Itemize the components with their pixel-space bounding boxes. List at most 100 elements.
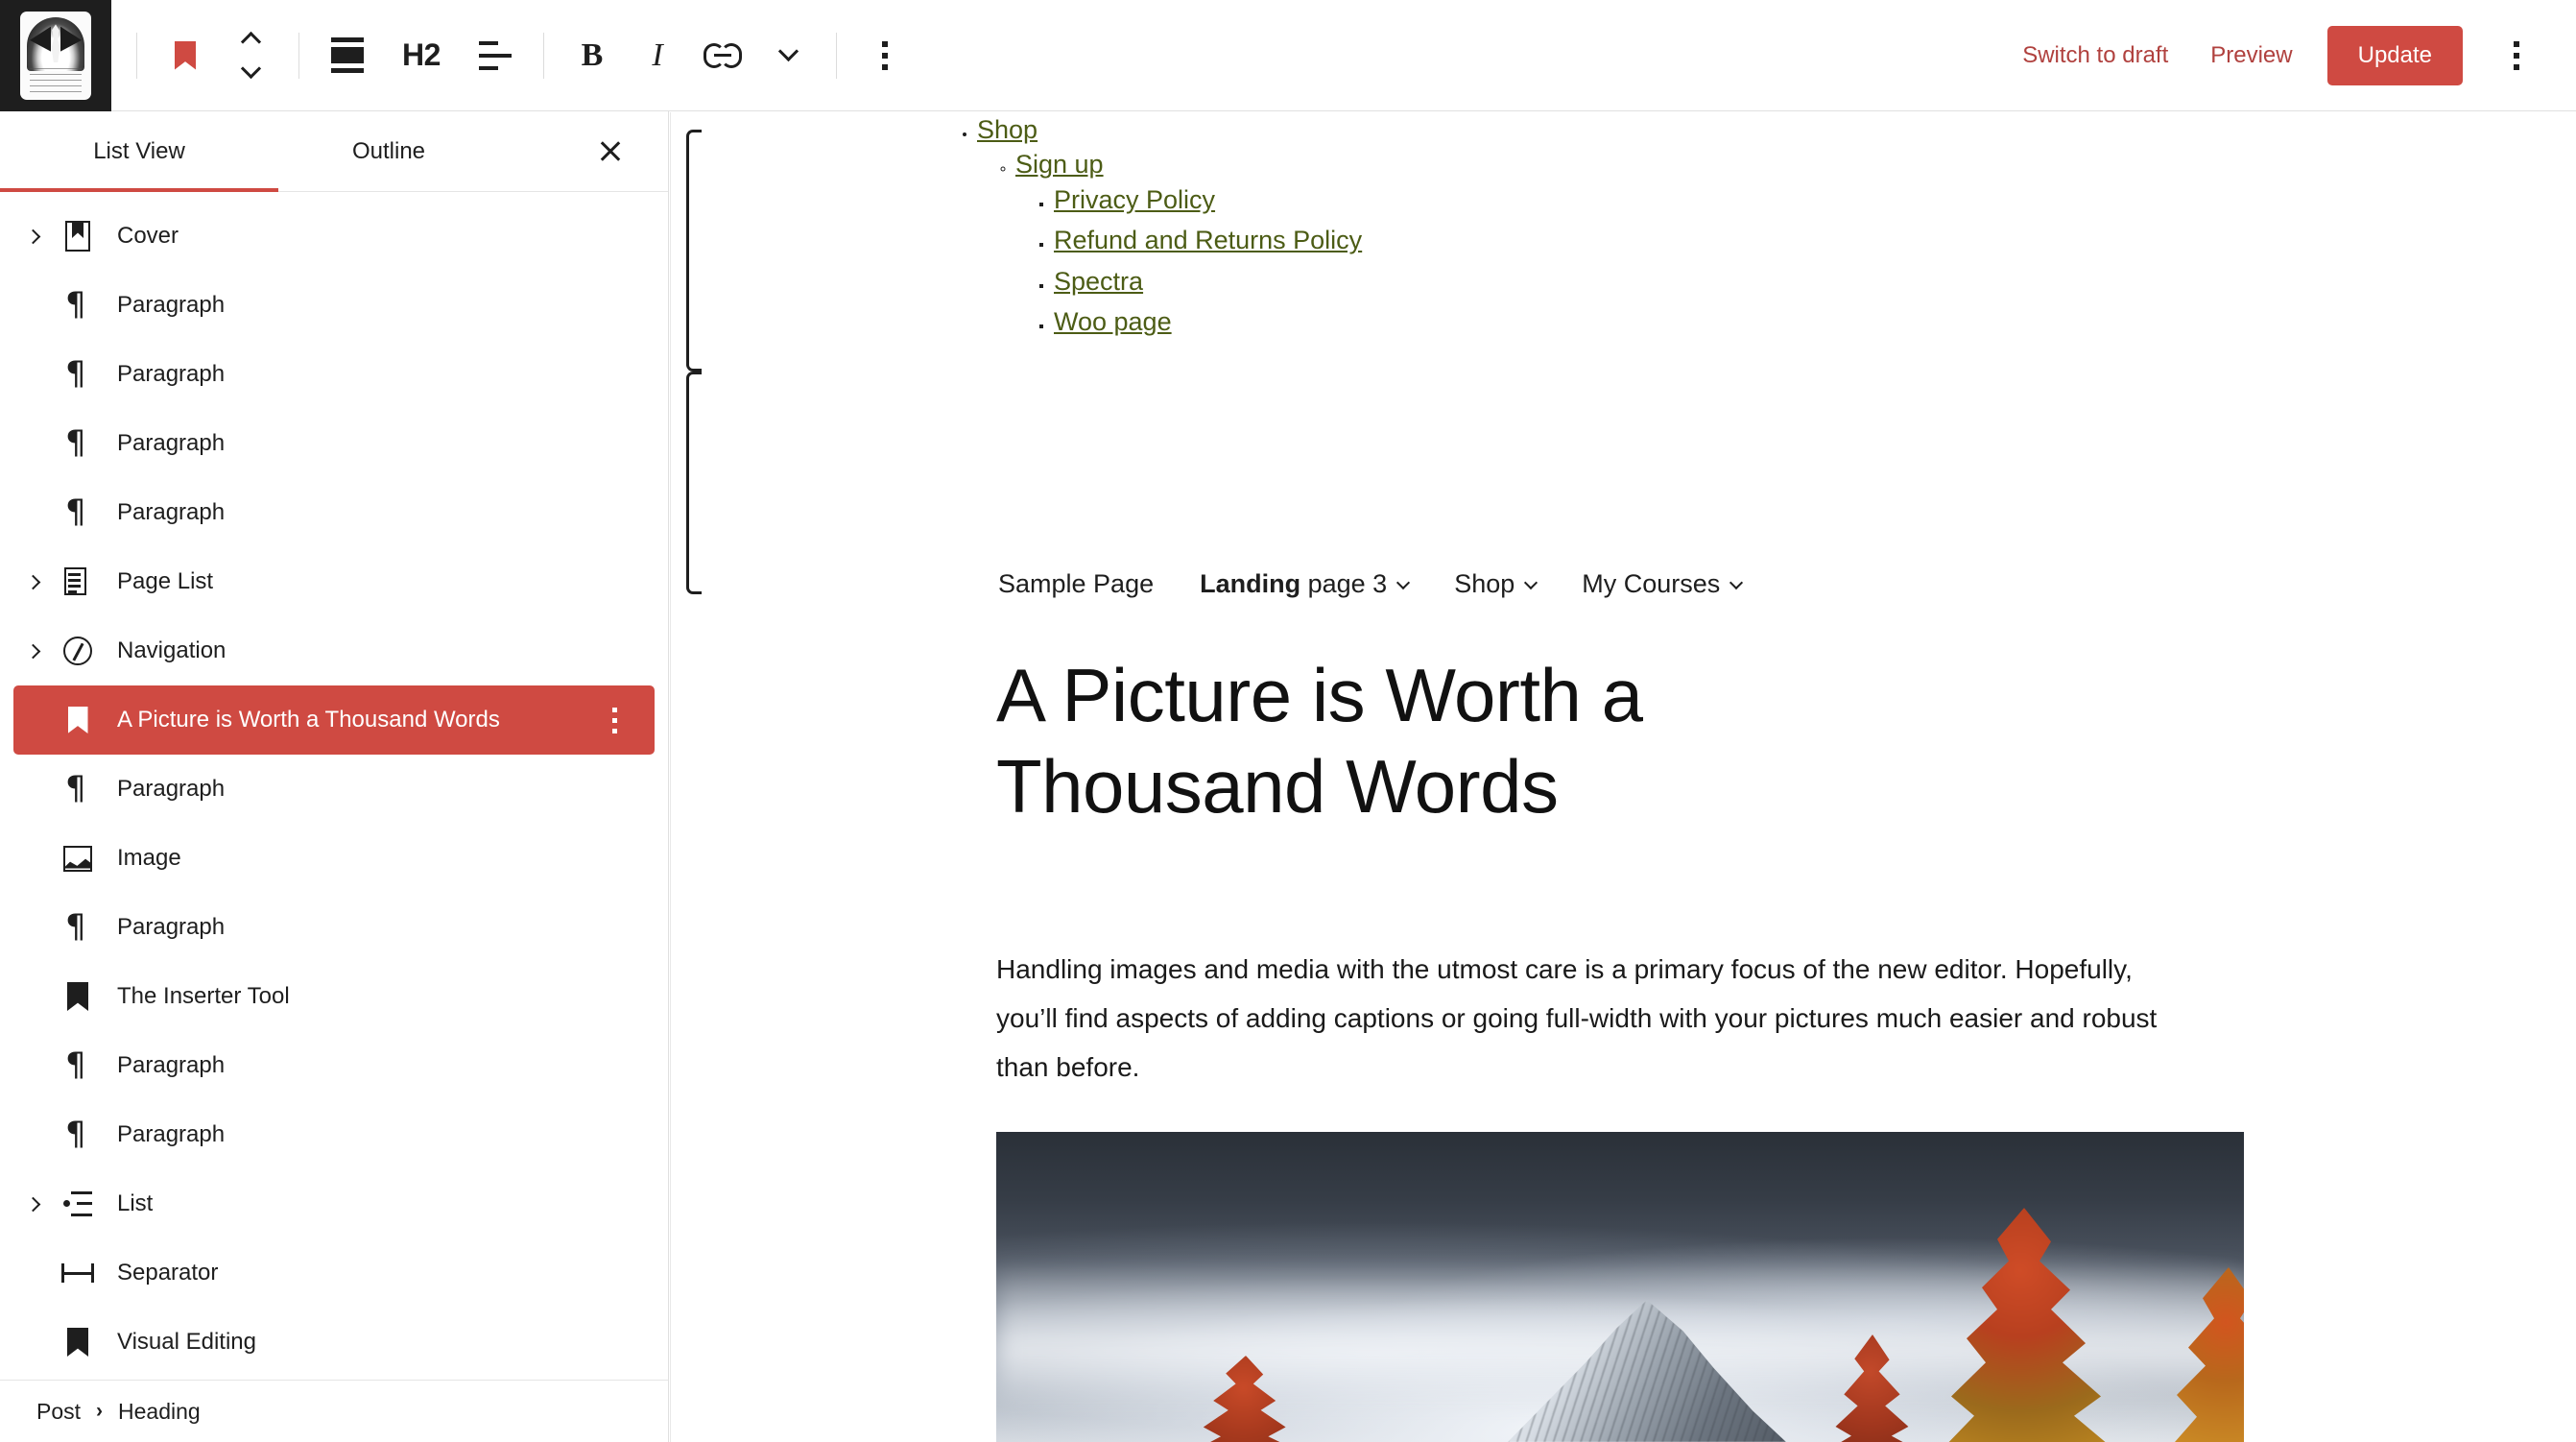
- expand-block-button[interactable]: [13, 643, 56, 659]
- breadcrumb-item-heading[interactable]: Heading: [118, 1399, 201, 1425]
- link-icon: [704, 42, 742, 68]
- list-view-item[interactable]: Navigation: [13, 616, 655, 685]
- nav-link[interactable]: Shop: [977, 115, 1038, 144]
- list-view-item[interactable]: A Picture is Worth a Thousand Words: [13, 685, 655, 755]
- list-view-item[interactable]: ¶ Paragraph: [13, 1031, 655, 1100]
- link-button[interactable]: [690, 23, 755, 88]
- list-view-item-label: List: [117, 1190, 154, 1216]
- cover-icon: [65, 221, 90, 252]
- page-menu-item[interactable]: My Courses: [1582, 569, 1744, 599]
- page-menu-item[interactable]: Landing page 3: [1200, 569, 1411, 599]
- list-view-item-label: Paragraph: [117, 1052, 226, 1078]
- text-align-button[interactable]: [463, 23, 528, 88]
- block-icon-wrap: [56, 845, 100, 872]
- block-align-button[interactable]: [315, 23, 380, 88]
- block-type-bookmark-button[interactable]: [153, 23, 218, 88]
- expand-block-button[interactable]: [13, 574, 56, 589]
- chevron-down-icon: [1729, 575, 1744, 589]
- heading-icon: [67, 1328, 88, 1357]
- list-view-item[interactable]: ¶ Paragraph: [13, 478, 655, 547]
- site-icon-button[interactable]: [0, 0, 111, 111]
- list-view-item[interactable]: ¶ Paragraph: [13, 409, 655, 478]
- nav-link[interactable]: Woo page: [1054, 307, 1172, 336]
- heading-level-button[interactable]: H2: [380, 23, 463, 88]
- chevron-up-down-icon: [240, 31, 261, 80]
- list-view-item[interactable]: List: [13, 1169, 655, 1238]
- italic-button[interactable]: I: [625, 23, 690, 88]
- bookmark-icon: [175, 40, 196, 70]
- page-menu-row: Sample Page Landing page 3 Shop My Courses: [998, 569, 1744, 599]
- separator-icon: [61, 1263, 94, 1283]
- tab-outline[interactable]: Outline: [278, 111, 499, 191]
- editor-top-bar: H2 B I Switch to draft Preview Update: [0, 0, 2576, 111]
- paragraph-icon: ¶: [65, 1045, 86, 1084]
- editor-canvas[interactable]: Shop Sign up Privacy Policy Refund and Retu…: [670, 112, 2576, 1442]
- block-boundary-bracket-lower: [686, 372, 702, 594]
- nav-link[interactable]: Sign up: [1015, 150, 1104, 179]
- chevron-right-icon: [25, 228, 40, 244]
- chevron-right-icon: [25, 1196, 40, 1212]
- block-icon-wrap: ¶: [56, 910, 100, 943]
- chevron-right-icon: [25, 574, 40, 589]
- heading-level-label: H2: [402, 37, 441, 72]
- list-view-item[interactable]: ¶ Paragraph: [13, 340, 655, 409]
- list-item: Privacy Policy: [1054, 182, 1362, 217]
- post-paragraph[interactable]: Handling images and media with the utmos…: [996, 946, 2196, 1093]
- expand-block-button[interactable]: [13, 228, 56, 244]
- list-item: Spectra: [1054, 264, 1362, 299]
- nav-link[interactable]: Spectra: [1054, 267, 1143, 296]
- breadcrumb-item-post[interactable]: Post: [36, 1399, 81, 1425]
- list-view-item[interactable]: ¶ Paragraph: [13, 1100, 655, 1169]
- link-list-level-3: Privacy Policy Refund and Returns Policy S…: [1015, 182, 1362, 340]
- tab-list-view[interactable]: List View: [0, 111, 278, 192]
- post-image[interactable]: [996, 1132, 2244, 1442]
- list-view-item[interactable]: Separator: [13, 1238, 655, 1308]
- block-icon-wrap: [56, 1328, 100, 1357]
- paragraph-icon: ¶: [65, 354, 86, 393]
- list-view-items: Cover ¶ Paragraph ¶ Paragraph ¶ Paragraph ¶ Para…: [0, 192, 668, 1380]
- more-rich-text-button[interactable]: [755, 23, 821, 88]
- expand-block-button[interactable]: [13, 1196, 56, 1212]
- list-view-item[interactable]: ¶ Paragraph: [13, 755, 655, 824]
- page-list-icon: [64, 567, 91, 596]
- list-view-item-label: A Picture is Worth a Thousand Words: [117, 707, 500, 733]
- list-view-item-label: Paragraph: [117, 499, 226, 525]
- list-icon: [63, 1190, 92, 1217]
- block-options-button[interactable]: [852, 23, 918, 88]
- list-view-item[interactable]: ¶ Paragraph: [13, 893, 655, 962]
- page-menu-item[interactable]: Shop: [1454, 569, 1538, 599]
- page-menu-item-label: Landing page 3: [1200, 569, 1388, 598]
- list-view-item[interactable]: ¶ Paragraph: [13, 271, 655, 340]
- list-view-item-options-button[interactable]: [595, 697, 633, 743]
- list-item: Sign up Privacy Policy Refund and Returns …: [1015, 147, 1362, 339]
- page-menu-item[interactable]: Sample Page: [998, 569, 1154, 599]
- block-icon-wrap: [56, 1263, 100, 1283]
- list-item: Woo page: [1054, 304, 1362, 339]
- list-item: Shop Sign up Privacy Policy Refund and Retu…: [977, 112, 1362, 340]
- preview-button[interactable]: Preview: [2189, 29, 2313, 83]
- block-icon-wrap: [56, 707, 100, 733]
- move-block-updown-button[interactable]: [218, 23, 283, 88]
- bold-button[interactable]: B: [560, 23, 625, 88]
- list-view-item-label: Paragraph: [117, 1121, 226, 1147]
- list-view-item-label: Paragraph: [117, 914, 226, 940]
- page-title[interactable]: A Picture is Worth a Thousand Words: [996, 650, 1956, 832]
- editor-options-button[interactable]: [2484, 23, 2549, 88]
- block-icon-wrap: [56, 637, 100, 665]
- nav-link[interactable]: Privacy Policy: [1054, 185, 1215, 214]
- link-list-level-1: Shop Sign up Privacy Policy Refund and Retu…: [939, 112, 1362, 340]
- list-view-item[interactable]: Cover: [13, 202, 655, 271]
- list-view-item[interactable]: Image: [13, 824, 655, 893]
- switch-to-draft-button[interactable]: Switch to draft: [2001, 29, 2189, 83]
- block-icon-wrap: ¶: [56, 354, 100, 393]
- toolbar-divider: [543, 32, 544, 79]
- align-block-icon: [331, 37, 364, 73]
- list-view-item[interactable]: Page List: [13, 547, 655, 616]
- nav-link[interactable]: Refund and Returns Policy: [1054, 226, 1362, 254]
- update-button[interactable]: Update: [2326, 25, 2463, 85]
- canvas-gutter-line: [670, 112, 671, 1442]
- list-view-item[interactable]: The Inserter Tool: [13, 962, 655, 1031]
- close-list-view-button[interactable]: [585, 127, 635, 177]
- chevron-right-icon: [25, 643, 40, 659]
- list-view-item[interactable]: Visual Editing: [13, 1308, 655, 1377]
